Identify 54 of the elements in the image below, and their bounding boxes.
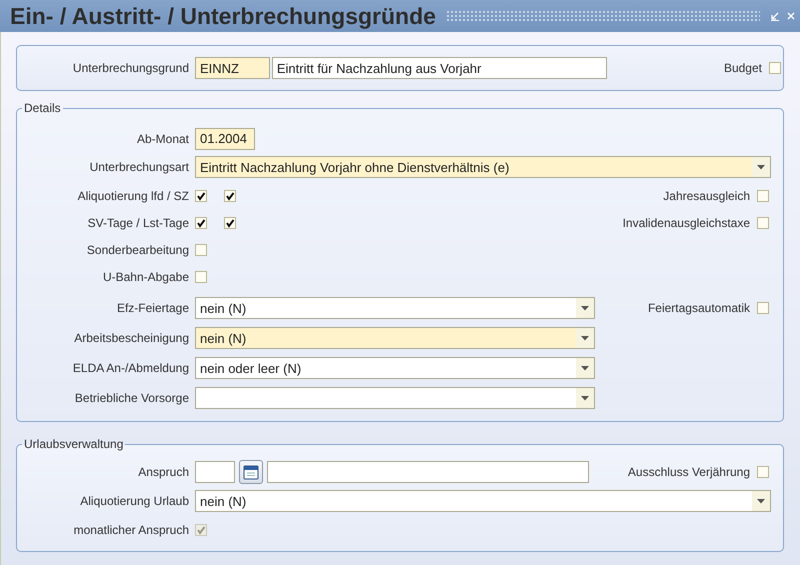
checkbox-label: Ausschluss Verjährung: [628, 464, 750, 478]
checkbox-label: Invalidenausgleichstaxe: [622, 216, 750, 230]
field-label: Aliquotierung Urlaub: [79, 494, 189, 508]
checkbox[interactable]: [757, 216, 769, 228]
field-label: Unterbrechungsart: [88, 160, 189, 174]
field-label: Unterbrechungsgrund: [72, 61, 189, 75]
days-field[interactable]: [195, 460, 235, 482]
dropdown[interactable]: nein (N): [195, 297, 595, 319]
restore-icon[interactable]: [770, 11, 780, 21]
checkbox-label: Budget: [724, 61, 762, 75]
checkbox[interactable]: [195, 244, 207, 256]
group-title: Details: [23, 101, 62, 115]
caret-icon: [757, 164, 765, 170]
field-label: SV-Tage / Lst-Tage: [86, 216, 189, 230]
checkbox[interactable]: [195, 270, 207, 282]
field-label: Aliquotierung lfd / SZ: [76, 188, 189, 202]
text-field[interactable]: [267, 460, 589, 482]
group-title: Urlaubsverwaltung: [23, 437, 124, 451]
dropdown[interactable]: nein (N): [195, 327, 595, 349]
field-label: Betriebliche Vorsorge: [74, 391, 189, 405]
code-field[interactable]: EINNZ: [195, 57, 270, 79]
calendar-icon: [243, 464, 259, 480]
checkbox[interactable]: [757, 190, 769, 202]
caret-icon: [757, 498, 765, 504]
field-label: Arbeitsbescheinigung: [73, 331, 189, 345]
dropdown[interactable]: [195, 387, 595, 409]
caret-icon: [581, 366, 589, 370]
checkbox[interactable]: [224, 190, 236, 202]
caret-icon: [581, 396, 589, 400]
field-label: Sonderbearbeitung: [86, 242, 189, 256]
field-label: monatlicher Anspruch: [72, 522, 189, 536]
checkbox[interactable]: [769, 62, 781, 74]
field-label: ELDA An-/Abmeldung: [72, 361, 189, 375]
checkbox[interactable]: [757, 302, 769, 314]
checkbox[interactable]: [757, 466, 769, 478]
dropdown[interactable]: Eintritt Nachzahlung Vorjahr ohne Dienstverhältnis (e): [195, 156, 771, 178]
field-label: Ab-Monat: [136, 132, 189, 146]
dropdown[interactable]: nein oder leer (N): [195, 357, 595, 379]
checkbox[interactable]: [195, 216, 207, 228]
checkbox-label: Jahresausgleich: [663, 188, 750, 202]
window-title: Ein- / Austritt- / Unterbrechungsgründe: [10, 2, 436, 30]
field-label: U-Bahn-Abgabe: [102, 270, 189, 284]
calendar-button[interactable]: [239, 460, 263, 484]
close-icon[interactable]: [786, 11, 796, 21]
checkbox[interactable]: [224, 216, 236, 228]
caret-icon: [581, 336, 589, 340]
checkbox[interactable]: [195, 190, 207, 202]
caret-icon: [581, 306, 589, 310]
field-label: Anspruch: [137, 464, 189, 478]
dropdown[interactable]: nein (N): [195, 490, 771, 512]
month-field[interactable]: 01.2004: [195, 128, 255, 150]
description-field[interactable]: Eintritt für Nachzahlung aus Vorjahr: [272, 57, 607, 79]
checkbox-label: Feiertagsautomatik: [648, 301, 750, 315]
field-label: Efz-Feiertage: [116, 301, 189, 315]
